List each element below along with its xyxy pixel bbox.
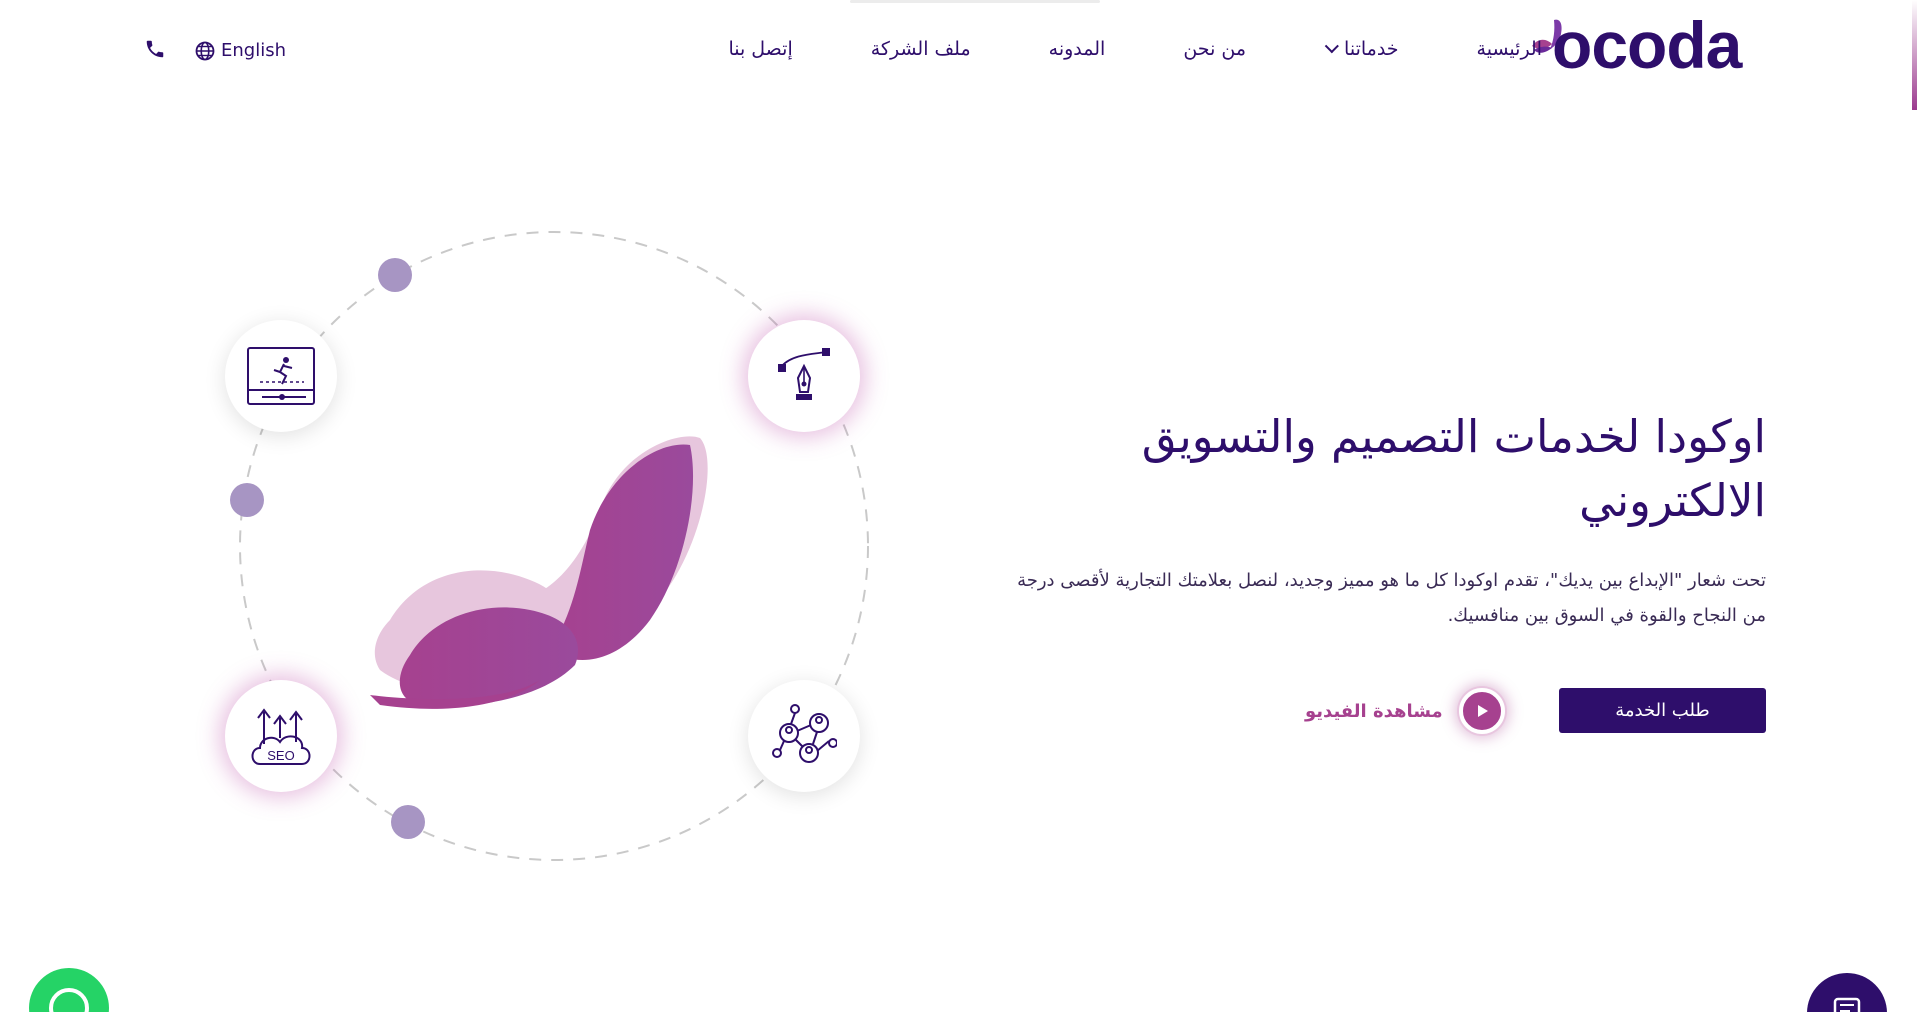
nav-label-services: خدماتنا [1344, 38, 1399, 60]
nav-label-about: من نحن [1183, 38, 1247, 60]
logo-wordmark: ocoda [1552, 8, 1742, 82]
request-service-button[interactable]: طلب الخدمة [1559, 688, 1766, 733]
seo-cloud-icon: SEO [251, 708, 311, 765]
hero-title: اوكودا لخدمات التصميم والتسويق الالكترون… [1141, 410, 1766, 527]
pen-tool-badge [748, 320, 860, 432]
main-nav: الرئيسية خدماتنا من نحن المدونه ملف الشر… [728, 38, 1542, 60]
scroll-indicator [1912, 0, 1917, 110]
hero-text-block: اوكودا لخدمات التصميم والتسويق الالكترون… [1006, 405, 1766, 633]
orbit-dot [391, 805, 425, 839]
seo-badge: SEO [225, 680, 337, 792]
hero-illustration: SEO [180, 200, 900, 880]
phone-link[interactable] [144, 38, 166, 64]
site-header: ocoda الرئيسية خدماتنا من نحن المدونه مل… [0, 0, 1917, 110]
nav-item-about[interactable]: من نحن [1183, 38, 1246, 60]
logo[interactable]: ocoda [1530, 10, 1745, 84]
nav-item-contact[interactable]: إتصل بنا [728, 38, 792, 60]
nav-label-contact: إتصل بنا [728, 38, 793, 60]
watch-video-label: مشاهدة الفيديو [1305, 700, 1443, 722]
nav-item-company-profile[interactable]: ملف الشركة [871, 38, 971, 60]
seo-text: SEO [267, 748, 294, 763]
language-switch[interactable]: English [195, 40, 286, 61]
hero-subtitle: تحت شعار "الإبداع بين يديك"، تقدم اوكودا… [1017, 570, 1766, 626]
nav-label-home: الرئيسية [1476, 38, 1542, 60]
motion-design-icon [247, 347, 315, 405]
pen-tool-icon [778, 348, 830, 400]
network-people-icon [772, 704, 837, 763]
play-icon [1458, 688, 1505, 734]
language-label: English [221, 40, 286, 61]
orbit-dot [378, 258, 412, 292]
nav-item-blog[interactable]: المدونه [1049, 38, 1106, 60]
chevron-down-icon [1324, 39, 1339, 54]
top-divider [850, 0, 1100, 3]
nav-item-services[interactable]: خدماتنا [1324, 38, 1399, 60]
nav-item-home[interactable]: الرئيسية [1477, 38, 1542, 60]
chat-icon [1833, 997, 1861, 1012]
chat-widget-button[interactable] [1807, 973, 1887, 1012]
nav-label-company-profile: ملف الشركة [870, 38, 971, 60]
network-badge [748, 680, 860, 792]
globe-icon [195, 41, 215, 60]
watch-video-link[interactable]: مشاهدة الفيديو [1305, 683, 1505, 739]
motion-design-badge [225, 320, 337, 432]
nav-label-blog: المدونه [1048, 38, 1106, 60]
phone-icon [146, 40, 164, 58]
whatsapp-icon [49, 988, 89, 1012]
orbit-dot [230, 483, 264, 517]
whatsapp-button[interactable] [29, 968, 109, 1012]
